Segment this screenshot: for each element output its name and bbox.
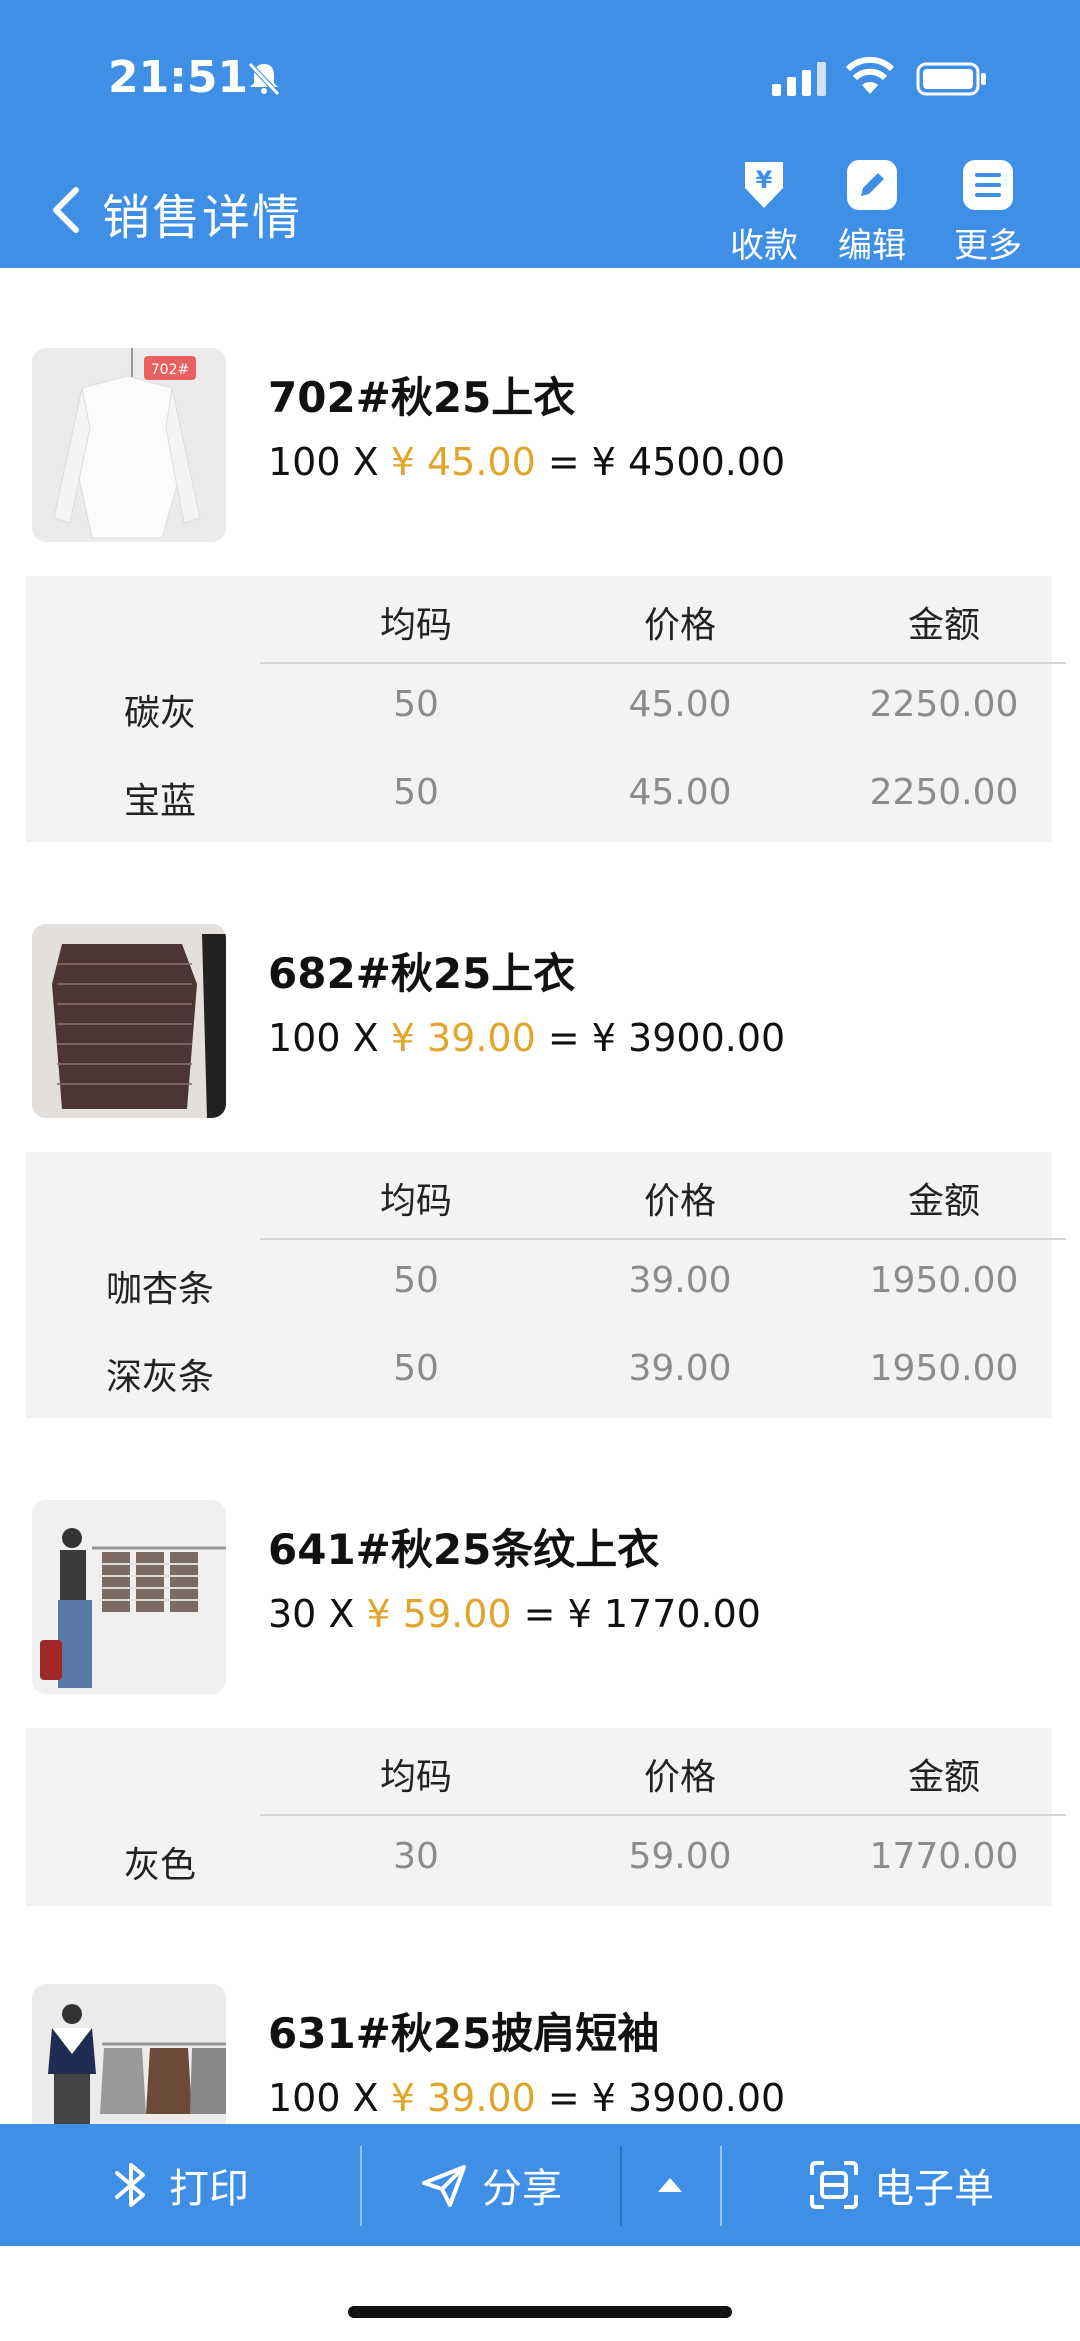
col-amount-header: 金额 <box>907 1757 980 1798</box>
share-label: 分享 <box>482 2166 562 2212</box>
col-price-header: 价格 <box>643 605 716 646</box>
status-time: 21:51 <box>108 52 249 103</box>
variant-color: 碳灰 <box>123 693 196 734</box>
quantity: 100 X <box>268 1016 391 1060</box>
signal-icon <box>772 62 826 96</box>
unit-price: ¥ 59.00 <box>366 1592 512 1636</box>
header-divider <box>260 662 1066 664</box>
triangle-up-icon <box>658 2178 682 2192</box>
bluetooth-icon <box>115 2163 145 2207</box>
variant-price: 39.00 <box>628 1348 732 1389</box>
more-label: 更多 <box>954 226 1022 266</box>
product-formula: 30 X ¥ 59.00 = ¥ 1770.00 <box>268 1592 761 1636</box>
edit-button[interactable]: 编辑 <box>824 158 920 267</box>
yen-download-icon: ¥ <box>745 162 783 208</box>
variant-color: 宝蓝 <box>123 781 196 822</box>
variant-amount: 1770.00 <box>869 1836 1019 1877</box>
collect-payment-label: 收款 <box>730 226 798 266</box>
e-bill-button[interactable]: 电子单 <box>722 2124 1080 2246</box>
variant-table: 均码 价格 金额 灰色 30 59.00 1770.00 <box>26 1728 1066 1906</box>
variant-size-qty: 50 <box>393 1348 439 1389</box>
product-name: 631#秋25披肩短袖 <box>268 2009 660 2058</box>
e-bill-label: 电子单 <box>874 2166 994 2212</box>
bell-muted-icon <box>248 62 280 96</box>
variant-price: 45.00 <box>628 772 732 813</box>
menu-icon <box>963 160 1013 210</box>
variant-color: 深灰条 <box>105 1357 214 1398</box>
variant-amount: 2250.00 <box>869 684 1019 725</box>
more-button[interactable]: 更多 <box>940 158 1036 267</box>
striped-top-image <box>32 924 226 1118</box>
print-label: 打印 <box>169 2166 249 2212</box>
variant-color: 灰色 <box>123 1845 196 1886</box>
col-size-header: 均码 <box>379 1757 452 1798</box>
product-formula: 100 X ¥ 39.00 = ¥ 3900.00 <box>268 2076 785 2120</box>
product-formula: 100 X ¥ 45.00 = ¥ 4500.00 <box>268 440 785 484</box>
thumb-tag: 702# <box>151 362 189 378</box>
col-size-header: 均码 <box>379 1181 452 1222</box>
variant-price: 45.00 <box>628 684 732 725</box>
home-indicator-area <box>0 2246 1080 2341</box>
quantity: 30 X <box>268 1592 367 1636</box>
page-title: 销售详情 <box>102 190 303 246</box>
product-thumbnail[interactable] <box>32 1500 226 1694</box>
product-thumbnail[interactable] <box>32 924 226 1118</box>
striped-tops-rack-image <box>32 1500 226 1694</box>
variant-table: 均码 价格 金额 碳灰 50 45.00 2250.00 宝蓝 50 45.00… <box>26 576 1066 842</box>
variant-size-qty: 50 <box>393 684 439 725</box>
edit-icon <box>847 160 897 210</box>
variant-price: 59.00 <box>628 1836 732 1877</box>
header-bar: 21:51 销售详情 ¥ 收款 编辑 更多 <box>0 0 1080 268</box>
variant-table: 均码 价格 金额 咖杏条 50 39.00 1950.00 深灰条 50 39.… <box>26 1152 1066 1418</box>
send-icon <box>422 2165 466 2207</box>
col-price-header: 价格 <box>643 1181 716 1222</box>
line-total: = ¥ 4500.00 <box>535 440 786 484</box>
quantity: 100 X <box>268 2076 391 2120</box>
unit-price: ¥ 39.00 <box>390 2076 536 2120</box>
expand-button[interactable] <box>622 2124 718 2246</box>
product-thumbnail[interactable]: 702# <box>32 348 226 542</box>
line-total: = ¥ 3900.00 <box>535 1016 786 1060</box>
product-name: 682#秋25上衣 <box>268 949 576 998</box>
back-chevron-icon[interactable] <box>46 180 86 240</box>
bottom-action-bar: 打印 分享 电子单 <box>0 2124 1080 2246</box>
battery-icon <box>916 62 986 96</box>
share-button[interactable]: 分享 <box>362 2124 620 2246</box>
variant-amount: 1950.00 <box>869 1260 1019 1301</box>
col-amount-header: 金额 <box>907 605 980 646</box>
variant-price: 39.00 <box>628 1260 732 1301</box>
variant-amount: 2250.00 <box>869 772 1019 813</box>
wifi-icon <box>846 56 894 94</box>
white-top-image: 702# <box>32 348 226 542</box>
header-divider <box>260 1238 1066 1240</box>
col-amount-header: 金额 <box>907 1181 980 1222</box>
col-size-header: 均码 <box>379 605 452 646</box>
line-total: = ¥ 3900.00 <box>535 2076 786 2120</box>
variant-size-qty: 30 <box>393 1836 439 1877</box>
collect-payment-button[interactable]: ¥ 收款 <box>716 158 812 267</box>
scan-document-icon <box>810 2161 858 2209</box>
variant-size-qty: 50 <box>393 772 439 813</box>
edit-label: 编辑 <box>838 226 906 266</box>
unit-price: ¥ 45.00 <box>390 440 536 484</box>
print-button[interactable]: 打印 <box>0 2124 360 2246</box>
header-divider <box>260 1814 1066 1816</box>
line-total: = ¥ 1770.00 <box>511 1592 761 1636</box>
variant-size-qty: 50 <box>393 1260 439 1301</box>
home-indicator[interactable] <box>348 2306 732 2318</box>
product-formula: 100 X ¥ 39.00 = ¥ 3900.00 <box>268 1016 785 1060</box>
variant-amount: 1950.00 <box>869 1348 1019 1389</box>
product-name: 641#秋25条纹上衣 <box>268 1525 660 1574</box>
unit-price: ¥ 39.00 <box>390 1016 536 1060</box>
svg-text:¥: ¥ <box>756 166 773 194</box>
product-name: 702#秋25上衣 <box>268 373 576 422</box>
variant-color: 咖杏条 <box>105 1269 214 1310</box>
quantity: 100 X <box>268 440 391 484</box>
col-price-header: 价格 <box>643 1757 716 1798</box>
